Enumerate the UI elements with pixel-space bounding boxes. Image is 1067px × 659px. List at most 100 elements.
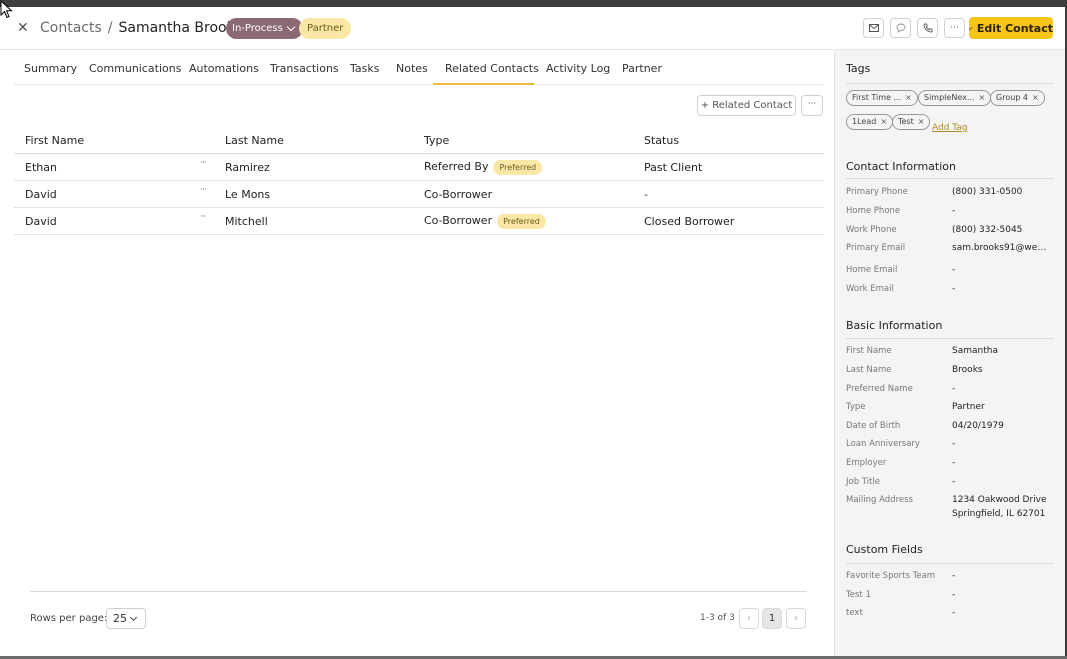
field-label: Work Phone (846, 225, 897, 235)
tag-chip[interactable]: Test × (892, 114, 931, 130)
mailing-address-line2: Springfield, IL 62701 (952, 509, 1046, 519)
message-button[interactable] (890, 18, 911, 38)
preferred-name-value: - (952, 384, 956, 394)
work-email-value: - (952, 284, 956, 294)
cell-status: Past Client (644, 161, 703, 174)
table-more-button[interactable]: ··· (801, 95, 823, 116)
contact-name-title: Samantha Brooks (118, 20, 243, 36)
tab-partner[interactable]: Partner (622, 51, 662, 85)
favorite-sports-team-value: - (952, 571, 956, 581)
remove-tag-icon[interactable]: × (978, 93, 985, 102)
remove-tag-icon[interactable]: × (918, 117, 925, 126)
tab-tasks[interactable]: Tasks (350, 51, 379, 85)
next-page-button[interactable]: › (786, 608, 806, 629)
type-label: Referred By (424, 160, 489, 173)
column-type[interactable]: Type (424, 134, 449, 147)
loan-anniversary-value: - (952, 439, 956, 449)
field-label: Date of Birth (846, 421, 901, 431)
modal-header: ✕ Contacts / Samantha Brooks In-Process Pa… (0, 7, 1065, 50)
pencil-icon (969, 26, 973, 30)
type-value: Partner (952, 402, 985, 412)
table-row[interactable]: David ··· Mitchell Co-Borrower Preferred … (14, 208, 824, 235)
status-dropdown[interactable]: In-Process (226, 18, 303, 39)
table-row[interactable]: Ethan ··· Ramirez Referred By Preferred P… (14, 154, 824, 181)
primary-email-value[interactable]: sam.brooks91@webm... (952, 241, 1052, 255)
chevron-down-icon (286, 22, 296, 32)
tab-related-contacts[interactable]: Related Contacts (433, 51, 539, 85)
email-button[interactable] (863, 18, 884, 38)
window-top-bar (0, 0, 1067, 7)
tab-transactions[interactable]: Transactions (270, 51, 339, 85)
column-first-name[interactable]: First Name (25, 134, 84, 147)
tab-activity-log[interactable]: Activity Log (546, 51, 610, 85)
table-header: First Name Last Name Type Status (14, 129, 824, 154)
custom-fields-title: Custom Fields (846, 543, 923, 556)
remove-tag-icon[interactable]: × (1032, 93, 1039, 102)
tab-communications[interactable]: Communications (89, 51, 181, 85)
tab-automations[interactable]: Automations (189, 51, 259, 85)
tag-chip[interactable]: SimpleNex... × (918, 90, 992, 106)
call-button[interactable] (917, 18, 938, 38)
tags-section-title: Tags (846, 62, 871, 75)
column-last-name[interactable]: Last Name (225, 134, 284, 147)
edit-contact-button[interactable]: Edit Contact (969, 17, 1053, 39)
tag-label: 1Lead (852, 117, 877, 126)
footer-divider (30, 591, 807, 592)
tag-chip[interactable]: Group 4 × (990, 90, 1045, 106)
breadcrumb-contacts-link[interactable]: Contacts (40, 20, 102, 36)
contact-info-title: Contact Information (846, 160, 956, 173)
cell-first-name: David (25, 188, 57, 201)
chevron-down-icon (129, 613, 138, 621)
phone-icon (923, 23, 932, 33)
work-phone-value[interactable]: (800) 332-5045 (952, 223, 1022, 237)
remove-tag-icon[interactable]: × (905, 93, 912, 102)
field-label: First Name (846, 346, 892, 356)
row-actions-button[interactable]: ··· (200, 212, 207, 222)
remove-tag-icon[interactable]: × (880, 117, 887, 126)
tag-label: Group 4 (996, 93, 1028, 102)
type-label: Co-Borrower (424, 214, 493, 227)
section-divider (846, 563, 1054, 564)
field-label: Last Name (846, 365, 892, 375)
more-actions-button[interactable]: ··· (944, 18, 965, 38)
row-actions-button[interactable]: ··· (200, 158, 207, 168)
cell-type: Co-Borrower (424, 187, 492, 202)
add-related-contact-button[interactable]: + Related Contact (697, 95, 796, 116)
employer-value: - (952, 458, 956, 468)
prev-page-button[interactable]: ‹ (739, 608, 759, 629)
rows-per-page-select[interactable]: 25 (106, 608, 146, 629)
rows-per-page-value: 25 (113, 612, 127, 625)
breadcrumb: Contacts / Samantha Brooks (40, 18, 242, 38)
page-1-button[interactable]: 1 (762, 608, 782, 629)
field-label: Primary Email (846, 243, 906, 253)
envelope-icon (868, 24, 879, 32)
column-status[interactable]: Status (644, 134, 679, 147)
home-email-value: - (952, 265, 956, 275)
first-name-value: Samantha (952, 346, 998, 356)
tag-chip[interactable]: First Time ... × (846, 90, 918, 106)
field-label: Test 1 (846, 590, 871, 600)
preferred-badge: Preferred (497, 213, 546, 229)
add-tag-link[interactable]: Add Tag (932, 123, 968, 133)
tag-label: First Time ... (852, 93, 902, 102)
field-label: Home Phone (846, 206, 901, 216)
type-label: Co-Borrower (424, 188, 493, 201)
last-name-value: Brooks (952, 365, 983, 375)
tab-notes[interactable]: Notes (396, 51, 428, 85)
row-actions-button[interactable]: ··· (200, 185, 207, 195)
cell-type: Co-Borrower Preferred (424, 213, 546, 229)
table-row[interactable]: David ··· Le Mons Co-Borrower - (14, 181, 824, 208)
section-divider (846, 178, 1054, 179)
mouse-cursor-icon (0, 0, 13, 19)
close-icon[interactable]: ✕ (17, 19, 31, 37)
cell-first-name: David (25, 215, 57, 228)
cell-status: - (644, 188, 648, 201)
field-label: Employer (846, 458, 887, 468)
primary-phone-value[interactable]: (800) 331-0500 (952, 185, 1022, 199)
tab-bar: Summary Communications Automations Trans… (14, 51, 824, 85)
tag-label: Test (898, 117, 914, 126)
tag-chip[interactable]: 1Lead × (846, 114, 894, 130)
status-label: In-Process (232, 23, 283, 34)
tab-summary[interactable]: Summary (24, 51, 77, 85)
cell-status: Closed Borrower (644, 215, 735, 228)
